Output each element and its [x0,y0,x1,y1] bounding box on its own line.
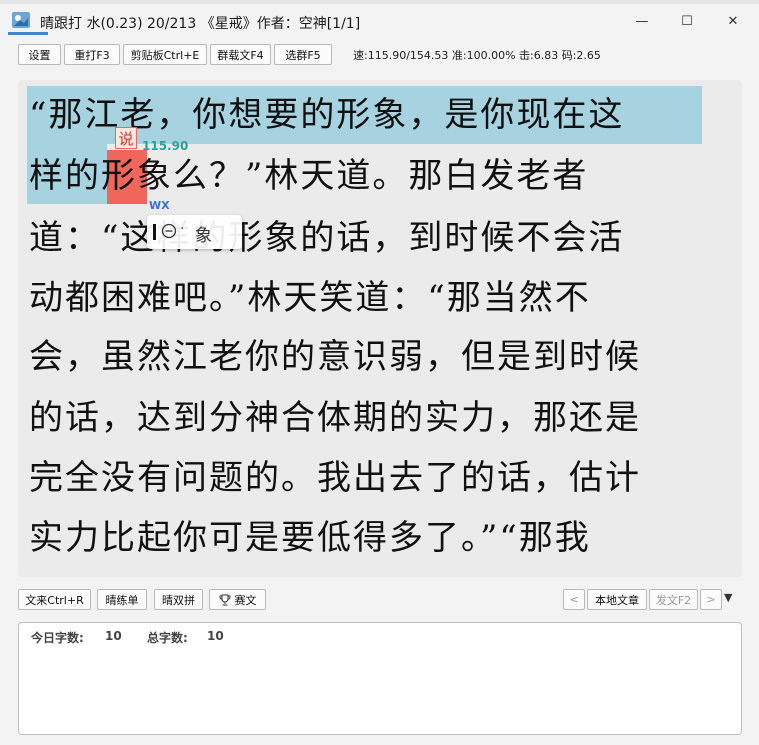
input-method-tag: WX [149,199,170,212]
window-title: 晴跟打 水(0.23) 20/213 《星戒》作者：空神[1/1] [40,16,361,32]
practice-list-button[interactable]: 晴练单 [97,589,147,610]
title-accent-line [8,32,48,35]
next-char-hint: 说 [115,127,137,149]
ime-candidate[interactable]: 象 [195,221,212,246]
text-line-8: 实力比起你可是要低得多了。”“那我 [29,518,591,558]
maximize-button[interactable]: ☐ [673,10,701,32]
minimize-icon: — [635,13,649,29]
total-count-value: 10 [207,629,224,643]
total-count-label: 总字数: [147,631,188,645]
next-button[interactable]: > [700,589,722,610]
bottom-bar: 文来Ctrl+R 晴练单 晴双拼 赛文 < 本地文章 发文F2 > ▼ [0,589,759,613]
text-line-3: 道：“这样的形象的话，到时候不会活 [29,218,625,258]
typing-stats: 速:115.90/154.53 准:100.00% 击:6.83 码:2.65 [353,49,601,62]
app-window: 晴跟打 水(0.23) 20/213 《星戒》作者：空神[1/1] — ☐ ✕ … [0,0,759,745]
info-panel[interactable]: 今日字数: 10 总字数: 10 [18,622,742,735]
close-button[interactable]: ✕ [719,10,747,32]
today-count-label: 今日字数: [31,631,84,645]
close-icon: ✕ [727,13,739,29]
race-button[interactable]: 赛文 [209,589,266,610]
ime-minus-circle-icon[interactable] [161,223,177,239]
trophy-icon [219,594,230,605]
clipboard-button[interactable]: 剪贴板Ctrl+E [123,44,207,65]
ime-separator: · [180,221,185,237]
toolbar: 设置 重打F3 剪贴板Ctrl+E 群载文F4 选群F5 速:115.90/15… [0,44,759,68]
ime-candidate-popup[interactable]: · 象 [147,215,242,249]
text-line-4: 动都困难吧。”林天笑道：“那当然不 [29,278,591,318]
prev-button[interactable]: < [563,589,585,610]
race-button-label: 赛文 [234,593,257,607]
text-line-7: 完全没有问题的。我出去了的话，估计 [29,458,641,498]
maximize-icon: ☐ [681,13,693,29]
wenlai-button[interactable]: 文来Ctrl+R [18,589,91,610]
minimize-button[interactable]: — [628,10,656,32]
title-bar[interactable]: 晴跟打 水(0.23) 20/213 《星戒》作者：空神[1/1] — ☐ ✕ [0,4,759,34]
local-article-button[interactable]: 本地文章 [587,589,647,610]
ime-caret [153,224,156,240]
settings-button[interactable]: 设置 [18,44,61,65]
double-pinyin-button[interactable]: 晴双拼 [154,589,203,610]
text-line-5: 会，虽然江老你的意识弱，但是到时候 [29,337,641,377]
speed-tag: 115.90 [142,139,189,153]
today-count-value: 10 [105,629,122,643]
app-icon [12,12,30,28]
text-line-2: 样的形象么？”林天道。那白发老者 [29,156,589,196]
dropdown-arrow-icon[interactable]: ▼ [724,591,732,604]
send-article-button[interactable]: 发文F2 [649,589,698,610]
select-group-button[interactable]: 选群F5 [274,44,332,65]
group-load-button[interactable]: 群载文F4 [210,44,271,65]
retype-button[interactable]: 重打F3 [64,44,120,65]
text-line-6: 的话，达到分神合体期的实力，那还是 [29,398,641,438]
